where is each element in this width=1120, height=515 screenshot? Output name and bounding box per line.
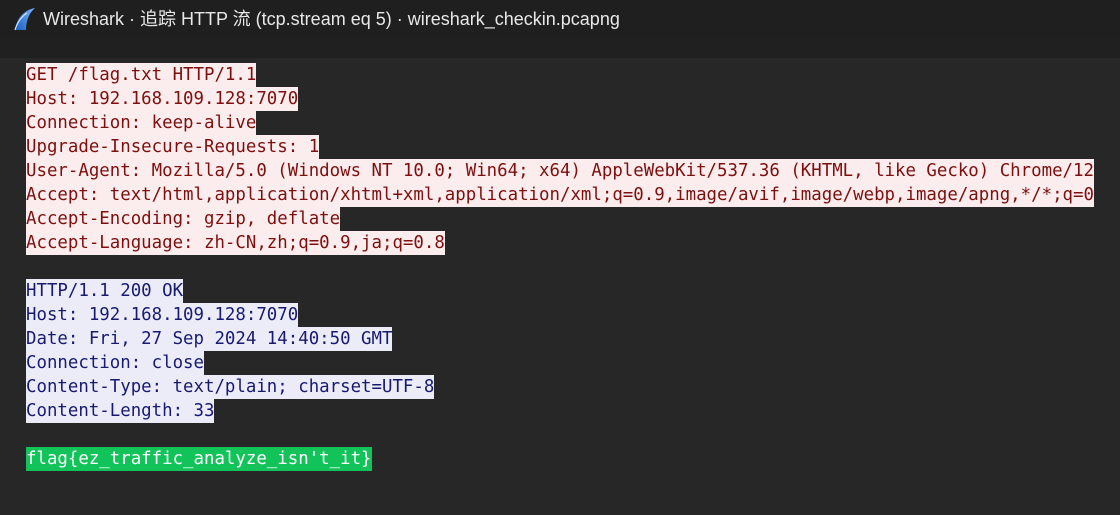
request-line: User-Agent: Mozilla/5.0 (Windows NT 10.0… bbox=[26, 159, 1094, 183]
stream-content-area[interactable]: GET /flag.txt HTTP/1.1 Host: 192.168.109… bbox=[0, 58, 1120, 515]
response-line: Content-Length: 33 bbox=[26, 399, 215, 423]
response-line: Date: Fri, 27 Sep 2024 14:40:50 GMT bbox=[26, 327, 393, 351]
request-line: Accept: text/html,application/xhtml+xml,… bbox=[26, 183, 1094, 207]
wireshark-fin-icon[interactable] bbox=[12, 6, 38, 32]
response-body-flag: flag{ez_traffic_analyze_isn't_it} bbox=[26, 447, 372, 471]
follow-stream-window: Wireshark · 追踪 HTTP 流 (tcp.stream eq 5) … bbox=[0, 0, 1120, 515]
response-line: Content-Type: text/plain; charset=UTF-8 bbox=[26, 375, 435, 399]
request-line: Accept-Language: zh-CN,zh;q=0.9,ja;q=0.8 bbox=[26, 231, 445, 255]
request-line: Accept-Encoding: gzip, deflate bbox=[26, 207, 341, 231]
request-line: GET /flag.txt HTTP/1.1 bbox=[26, 63, 257, 87]
window-title: Wireshark · 追踪 HTTP 流 (tcp.stream eq 5) … bbox=[43, 9, 620, 29]
title-bar: Wireshark · 追踪 HTTP 流 (tcp.stream eq 5) … bbox=[0, 0, 1120, 38]
response-line: HTTP/1.1 200 OK bbox=[26, 279, 184, 303]
response-line: Host: 192.168.109.128:7070 bbox=[26, 303, 299, 327]
request-line: Host: 192.168.109.128:7070 bbox=[26, 87, 299, 111]
http-stream-text[interactable]: GET /flag.txt HTTP/1.1 Host: 192.168.109… bbox=[26, 63, 1120, 471]
request-line: Upgrade-Insecure-Requests: 1 bbox=[26, 135, 320, 159]
response-line: Connection: close bbox=[26, 351, 204, 375]
request-line: Connection: keep-alive bbox=[26, 111, 257, 135]
